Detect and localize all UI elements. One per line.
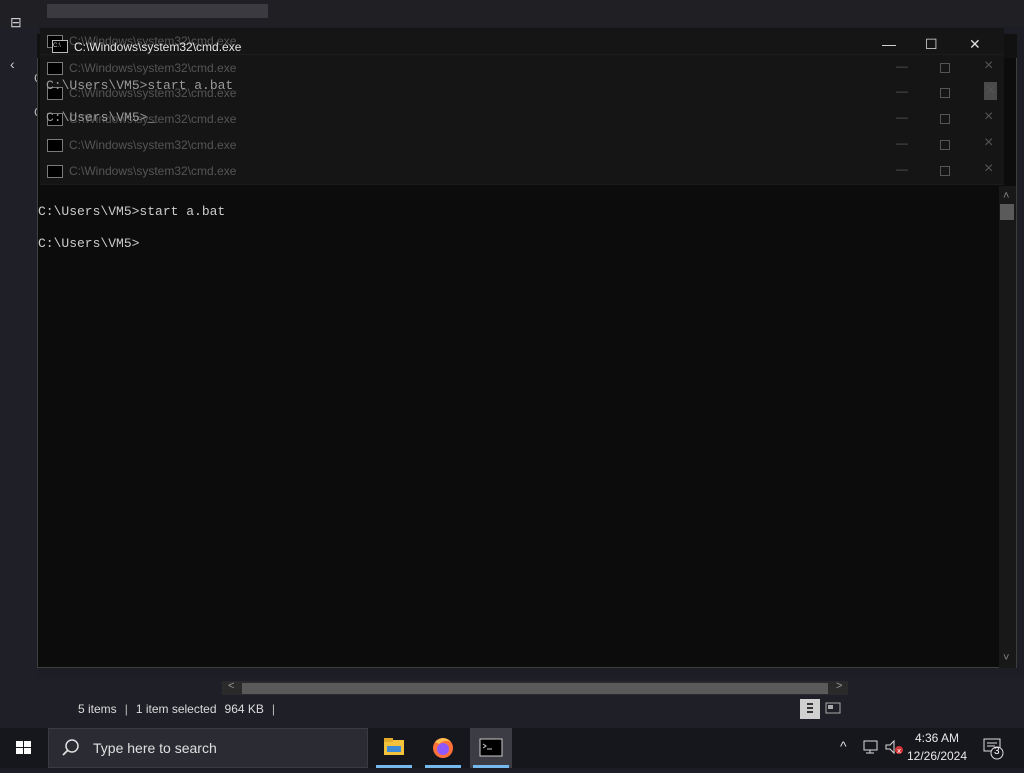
archive-icon[interactable]: ⊟ [10,14,22,31]
minimize-icon[interactable]: — [896,110,908,124]
cmd-icon [47,62,63,75]
notification-count-badge: 3 [994,746,1000,757]
firefox-icon [433,738,453,758]
maximize-icon[interactable] [940,140,950,150]
clock-time: 4:36 AM [914,731,960,745]
scroll-down-icon[interactable]: ˅ [1003,652,1009,664]
start-button[interactable] [0,728,48,768]
clock-date: 12/26/2024 [906,749,968,763]
ghost-console-line: C:\Users\VM5>start a.bat [46,78,234,93]
cmd-icon: C:\ [52,40,68,53]
status-separator: | [124,702,128,716]
cmd-icon [47,139,63,152]
maximize-button[interactable]: ☐ [925,36,938,53]
status-separator: | [271,702,276,716]
close-icon[interactable]: × [984,160,993,178]
cmd-window-stacked[interactable]: C:\Windows\system32\cmd.exe — × [40,132,1004,159]
cmd-icon [47,165,63,178]
minimize-icon[interactable]: — [896,162,908,176]
minimize-icon[interactable]: — [896,136,908,150]
scroll-up-icon[interactable]: ˄ [1003,190,1009,202]
cmd-window-stacked[interactable]: C:\Windows\system32\cmd.exe — × [40,106,1004,133]
close-button[interactable]: ✕ [969,36,981,53]
maximize-icon[interactable] [940,88,950,98]
scroll-right-icon[interactable]: > [836,680,842,692]
explorer-tab[interactable] [47,4,268,18]
horizontal-scroll-thumb[interactable] [242,683,828,694]
console-output[interactable]: C:\Users\VM5>start a.bat C:\Users\VM5> [38,204,225,252]
cmd-icon [479,738,503,757]
taskbar-cmd[interactable] [470,728,512,768]
status-selected: 1 item selected [135,702,217,716]
cmd-window-stacked[interactable]: C:\Windows\system32\cmd.exe — × [40,158,1004,185]
stacked-window-title: C:\Windows\system32\cmd.exe [69,164,237,178]
taskbar-search-box[interactable]: Type here to search [48,728,368,768]
minimize-icon[interactable]: — [896,59,908,73]
file-explorer-icon [384,738,404,755]
windows-logo-icon [16,741,31,754]
close-icon[interactable]: × [984,82,998,100]
status-size: 964 KB [224,702,264,716]
details-view-icon [807,703,813,713]
taskbar-firefox[interactable] [422,728,464,768]
status-item-count: 5 items [78,702,117,716]
maximize-icon[interactable] [940,166,950,176]
large-icons-view-button[interactable] [823,699,843,719]
notification-center-button[interactable]: 3 [982,736,1006,765]
stacked-window-title: C:\Windows\system32\cmd.exe [69,138,237,152]
search-placeholder: Type here to search [93,740,217,756]
search-icon [62,739,79,756]
large-icons-view-icon [825,702,841,714]
close-icon[interactable]: × [984,57,993,75]
taskbar-clock[interactable]: 4:36 AM 12/26/2024 [900,729,974,767]
scroll-left-icon[interactable]: < [228,680,234,692]
details-view-button[interactable] [800,699,820,719]
taskbar-file-explorer[interactable] [373,728,415,768]
maximize-icon[interactable] [940,114,950,124]
minimize-button[interactable]: — [882,36,896,52]
maximize-icon[interactable] [940,63,950,73]
close-icon[interactable]: × [984,134,993,152]
minimize-icon[interactable]: — [896,84,908,98]
ghost-console-line: C:\Users\VM5>_ [46,110,156,125]
network-icon[interactable] [862,739,880,760]
vertical-scroll-thumb[interactable] [1000,204,1014,220]
vertical-scrollbar[interactable] [999,186,1016,668]
explorer-status-bar: 5 items | 1 item selected 964 KB | [62,698,852,720]
explorer-left-strip: ⊟ ‹ C C [0,14,41,676]
show-hidden-icons-chevron-icon[interactable]: ^ [840,738,847,754]
stacked-window-title: C:\Windows\system32\cmd.exe [69,61,237,75]
cmd-window-title: C:\Windows\system32\cmd.exe [74,40,242,54]
close-icon[interactable]: × [984,108,993,126]
back-chevron-icon[interactable]: ‹ [10,56,15,72]
